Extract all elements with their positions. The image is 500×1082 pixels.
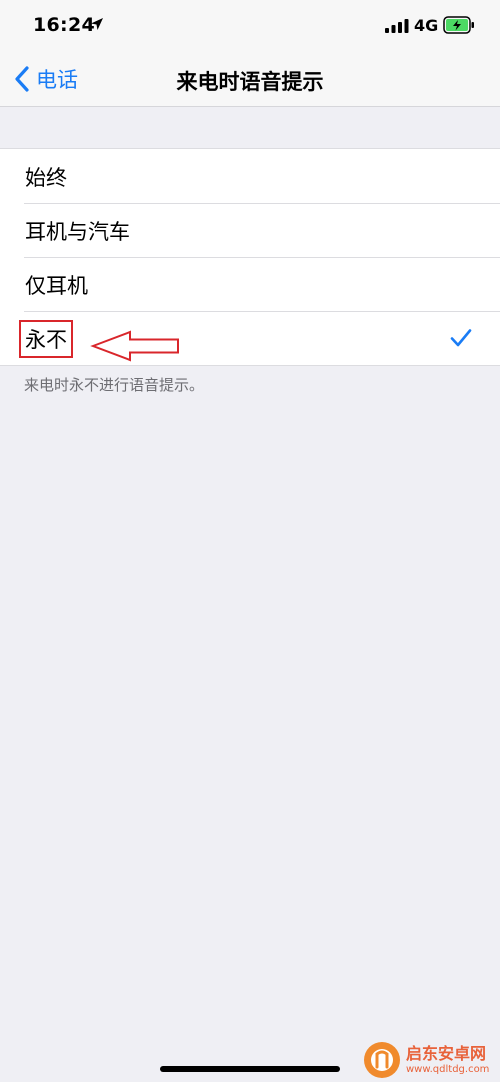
- home-indicator[interactable]: [160, 1066, 340, 1072]
- annotation-highlight-box: [19, 320, 73, 358]
- watermark: 启东安卓网 www.qdltdg.com: [362, 1040, 498, 1080]
- location-arrow-icon: [91, 18, 103, 30]
- status-time: 16:24: [33, 14, 95, 36]
- annotation-arrow-left-icon: [90, 330, 179, 362]
- option-always[interactable]: 始终: [0, 149, 500, 203]
- footer-note: 来电时永不进行语音提示。: [24, 376, 205, 394]
- options-list: 始终 耳机与汽车 仅耳机 永不: [0, 148, 500, 366]
- watermark-text: 启东安卓网 www.qdltdg.com: [406, 1043, 490, 1075]
- checkmark-icon: [450, 329, 472, 347]
- battery-charging-icon: [443, 16, 474, 34]
- cellular-signal-icon: [385, 19, 409, 33]
- option-label: 始终: [25, 166, 67, 190]
- option-never[interactable]: 永不: [0, 311, 500, 365]
- network-type: 4G: [414, 16, 439, 35]
- watermark-logo-icon: [364, 1042, 400, 1078]
- option-headphones-and-car[interactable]: 耳机与汽车: [0, 203, 500, 257]
- navigation-bar: 电话 来电时语音提示: [0, 52, 500, 107]
- option-label: 仅耳机: [25, 274, 88, 298]
- watermark-title: 启东安卓网: [406, 1043, 487, 1063]
- watermark-url: www.qdltdg.com: [406, 1063, 490, 1075]
- status-bar: 16:24 4G: [0, 0, 500, 52]
- option-headphones-only[interactable]: 仅耳机: [0, 257, 500, 311]
- option-label: 耳机与汽车: [25, 220, 130, 244]
- page-title: 来电时语音提示: [176, 70, 324, 94]
